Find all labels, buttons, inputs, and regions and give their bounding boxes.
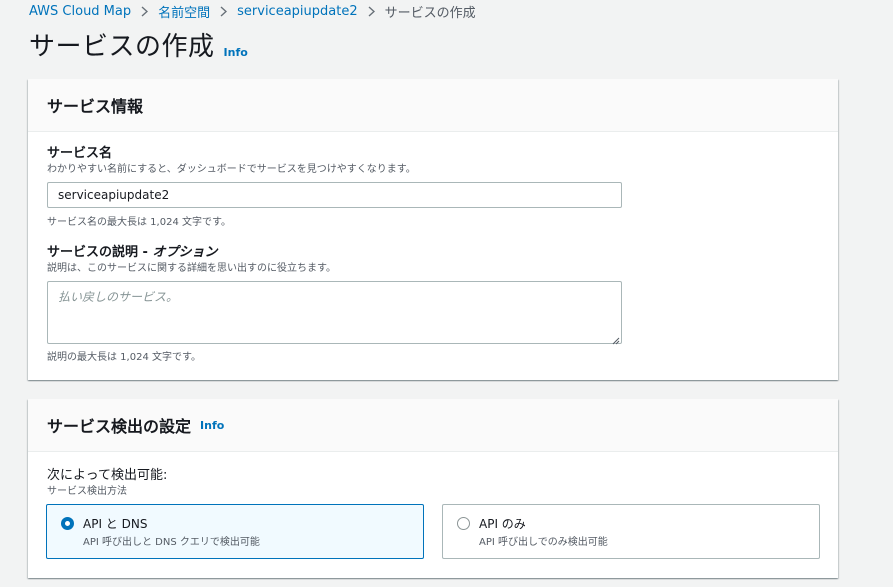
- radio-api-only-description: API 呼び出しでのみ検出可能: [479, 537, 608, 548]
- optional-label: オプション: [152, 245, 218, 260]
- discovery-settings-panel: サービス検出の設定 Info 次によって検出可能: サービス検出方法 API と…: [28, 399, 838, 578]
- chevron-right-icon: [141, 5, 149, 17]
- service-info-header: サービス情報: [28, 79, 838, 132]
- page-header: サービスの作成 Info: [29, 31, 248, 63]
- breadcrumb-cloud-map[interactable]: AWS Cloud Map: [29, 4, 131, 19]
- service-description-constraint: 説明の最大長は 1,024 文字です。: [47, 352, 201, 363]
- service-name-input[interactable]: serviceapiupdate2: [47, 182, 622, 208]
- radio-api-and-dns[interactable]: API と DNS API 呼び出しと DNS クエリで検出可能: [46, 504, 424, 559]
- service-description-label-text: サービスの説明 -: [47, 245, 153, 260]
- discovery-method-label: 次によって検出可能:: [47, 468, 168, 483]
- service-description-textarea[interactable]: 払い戻しのサービス。: [47, 281, 622, 345]
- service-description-field: サービスの説明 - オプション 説明は、このサービスに関する詳細を思い出すのに役…: [47, 245, 336, 276]
- page-info-link[interactable]: Info: [224, 46, 248, 59]
- discovery-info-link[interactable]: Info: [200, 419, 224, 432]
- breadcrumb: AWS Cloud Map 名前空間 serviceapiupdate2 サービ…: [29, 2, 476, 21]
- breadcrumb-current: サービスの作成: [384, 5, 476, 21]
- radio-api-and-dns-title: API と DNS: [83, 517, 148, 531]
- service-name-description: わかりやすい名前にすると、ダッシュボードでサービスを見つけやすくなります。: [47, 164, 416, 175]
- radio-selected-icon[interactable]: [61, 517, 74, 530]
- resize-grip-icon[interactable]: [612, 334, 620, 345]
- service-info-title: サービス情報: [47, 97, 144, 116]
- service-name-field: サービス名 わかりやすい名前にすると、ダッシュボードでサービスを見つけやすくなり…: [47, 146, 416, 177]
- service-description-help: 説明は、このサービスに関する詳細を思い出すのに役立ちます。: [47, 263, 336, 274]
- service-description-placeholder: 払い戻しのサービス。: [58, 290, 179, 304]
- service-description-label: サービスの説明 - オプション: [47, 245, 336, 261]
- discovery-settings-header: サービス検出の設定 Info: [28, 399, 838, 452]
- service-name-constraint: サービス名の最大長は 1,024 文字です。: [47, 217, 231, 228]
- radio-api-only-title: API のみ: [479, 517, 526, 531]
- page-title: サービスの作成: [29, 32, 215, 62]
- radio-unselected-icon[interactable]: [457, 517, 470, 530]
- radio-api-and-dns-description: API 呼び出しと DNS クエリで検出可能: [83, 537, 260, 548]
- discovery-settings-title: サービス検出の設定: [47, 417, 192, 436]
- chevron-right-icon: [220, 5, 228, 17]
- service-name-label: サービス名: [47, 146, 113, 161]
- chevron-right-icon: [368, 5, 375, 17]
- breadcrumb-namespace-name[interactable]: serviceapiupdate2: [237, 4, 357, 19]
- discovery-method-description: サービス検出方法: [47, 486, 127, 497]
- service-info-panel: サービス情報 サービス名 わかりやすい名前にすると、ダッシュボードでサービスを見…: [28, 79, 838, 380]
- breadcrumb-namespaces[interactable]: 名前空間: [158, 2, 210, 21]
- radio-api-only[interactable]: API のみ API 呼び出しでのみ検出可能: [442, 504, 820, 559]
- discovery-method-field: 次によって検出可能: サービス検出方法: [47, 468, 167, 499]
